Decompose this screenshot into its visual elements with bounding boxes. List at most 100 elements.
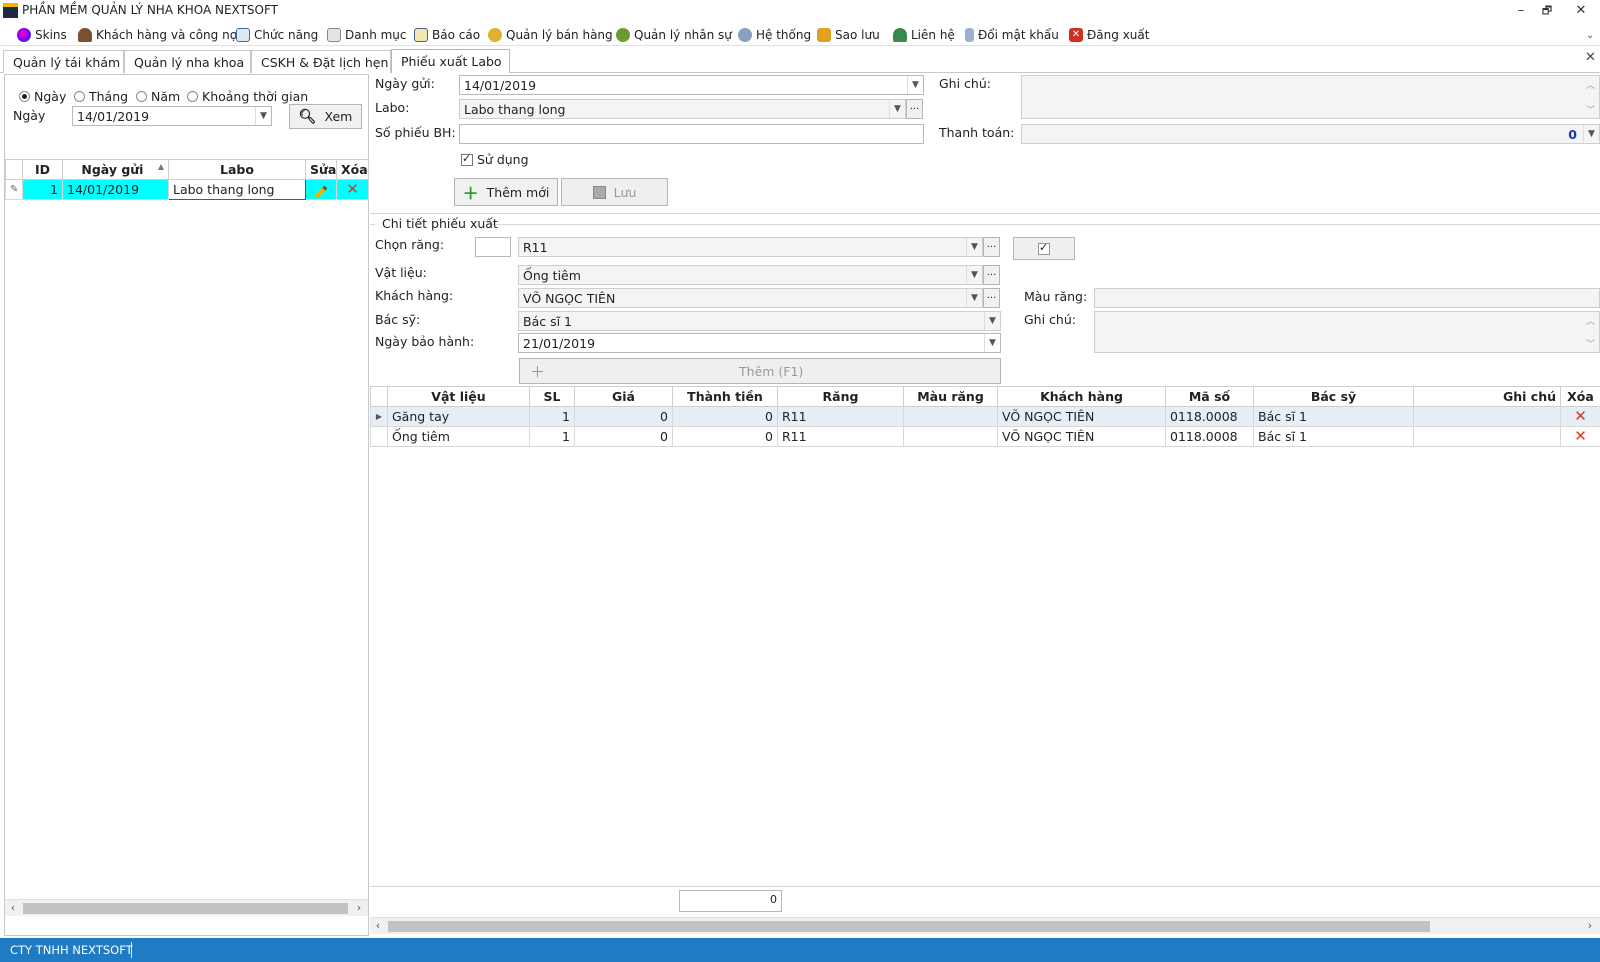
scroll-down-icon[interactable]: ﹀ <box>1586 103 1595 116</box>
customer-select[interactable]: VÕ NGỌC TIÊN ▼ <box>518 288 983 308</box>
cell-note[interactable] <box>1413 426 1561 447</box>
tooth-select[interactable]: R11 ▼ <box>518 237 983 257</box>
cell-note[interactable] <box>1413 406 1561 427</box>
labo-select[interactable]: Labo thang long ▼ <box>459 99 906 119</box>
cell-customer[interactable]: VÕ NGỌC TIÊN <box>997 406 1166 427</box>
col-delete[interactable]: Xóa <box>1560 386 1600 407</box>
tab-labo-export[interactable]: Phiếu xuất Labo <box>391 49 510 73</box>
col-price[interactable]: Giá <box>574 386 673 407</box>
menu-change-password[interactable]: Đổi mật khẩu <box>965 26 1059 44</box>
chevron-down-icon[interactable]: ▼ <box>984 312 1000 330</box>
chevron-down-icon[interactable]: ▼ <box>966 289 982 307</box>
menu-sales[interactable]: Quản lý bán hàng <box>488 26 613 44</box>
chevron-down-icon[interactable]: ▼ <box>1583 125 1599 143</box>
scroll-down-icon[interactable]: ﹀ <box>1586 337 1595 350</box>
menu-staff[interactable]: Quản lý nhân sự <box>616 26 732 44</box>
chevron-down-icon[interactable]: ▼ <box>966 238 982 256</box>
cell-send-date[interactable]: 14/01/2019 <box>62 179 169 200</box>
table-row[interactable]: Ống tiêm 1 0 0 R11 VÕ NGỌC TIÊN 0118.000… <box>370 426 1600 447</box>
add-detail-button[interactable]: ＋ Thêm (F1) <box>519 358 1001 384</box>
delete-button[interactable]: ✕ <box>1560 406 1600 427</box>
col-code[interactable]: Mã số <box>1165 386 1254 407</box>
cell-total[interactable]: 0 <box>672 426 778 447</box>
col-id[interactable]: ID <box>22 159 63 180</box>
detail-note-textarea[interactable]: ︿ ﹀ <box>1094 311 1600 353</box>
scroll-thumb[interactable] <box>388 921 1430 932</box>
cell-customer[interactable]: VÕ NGỌC TIÊN <box>997 426 1166 447</box>
radio-month[interactable]: Tháng <box>74 89 128 104</box>
col-tooth[interactable]: Răng <box>777 386 904 407</box>
edit-button[interactable] <box>305 179 337 200</box>
col-doctor[interactable]: Bác sỹ <box>1253 386 1414 407</box>
col-qty[interactable]: SL <box>529 386 575 407</box>
close-button[interactable]: ✕ <box>1562 2 1600 20</box>
cell-price[interactable]: 0 <box>574 426 673 447</box>
scroll-left-icon[interactable]: ‹ <box>370 918 386 934</box>
tab-customer-care[interactable]: CSKH & Đặt lịch hẹn <box>251 50 391 73</box>
col-delete[interactable]: Xóa <box>336 159 369 180</box>
send-date-picker[interactable]: 14/01/2019 ▼ <box>459 75 924 95</box>
col-edit[interactable]: Sửa <box>305 159 337 180</box>
radio-date-range[interactable]: Khoảng thời gian <box>187 89 308 104</box>
menu-catalog[interactable]: Danh mục <box>327 26 407 44</box>
warranty-date-picker[interactable]: 21/01/2019 ▼ <box>518 333 1001 353</box>
tab-followup[interactable]: Quản lý tái khám <box>3 50 124 73</box>
menu-backup[interactable]: Sao lưu <box>817 26 880 44</box>
save-button[interactable]: Lưu <box>561 178 668 206</box>
add-new-button[interactable]: ＋ Thêm mới <box>454 178 558 206</box>
col-total[interactable]: Thành tiền <box>672 386 778 407</box>
menu-reports[interactable]: Báo cáo <box>414 26 480 44</box>
scroll-right-icon[interactable]: › <box>351 900 367 916</box>
scroll-up-icon[interactable]: ︿ <box>1586 78 1595 91</box>
chevron-down-icon[interactable]: ▼ <box>966 266 982 284</box>
menu-contact[interactable]: Liên hệ <box>893 26 955 44</box>
restore-button[interactable]: 🗗 <box>1534 2 1560 20</box>
cell-code[interactable]: 0118.0008 <box>1165 406 1254 427</box>
scroll-left-icon[interactable]: ‹ <box>5 900 21 916</box>
delete-button[interactable]: ✕ <box>336 179 369 200</box>
cell-doctor[interactable]: Bác sĩ 1 <box>1253 426 1414 447</box>
use-checkbox[interactable]: Sử dụng <box>461 152 529 167</box>
radio-day[interactable]: Ngày <box>19 89 66 104</box>
menu-logout[interactable]: ✕ Đăng xuất <box>1069 26 1149 44</box>
col-send-date[interactable]: Ngày gửi ▲ <box>62 159 169 180</box>
tab-dental-management[interactable]: Quản lý nha khoa <box>124 50 251 73</box>
chevron-down-icon[interactable]: ▼ <box>255 107 271 125</box>
menu-system[interactable]: Hệ thống <box>738 26 811 44</box>
note-textarea[interactable]: ︿ ﹀ <box>1021 75 1600 119</box>
menu-functions[interactable]: Chức năng <box>236 26 318 44</box>
table-row[interactable]: ▶ Găng tay 1 0 0 R11 VÕ NGỌC TIÊN 0118.0… <box>370 406 1600 427</box>
cell-qty[interactable]: 1 <box>529 426 575 447</box>
col-note[interactable]: Ghi chú <box>1413 386 1561 407</box>
material-ellipsis-button[interactable]: ··· <box>983 265 1000 285</box>
table-row[interactable]: ✎ 1 14/01/2019 Labo thang long ✕ <box>5 179 369 200</box>
tooth-color-input[interactable] <box>1094 288 1600 308</box>
tooth-ellipsis-button[interactable]: ··· <box>983 237 1000 257</box>
minimize-button[interactable]: – <box>1508 2 1534 20</box>
customer-ellipsis-button[interactable]: ··· <box>983 288 1000 308</box>
filter-date-picker[interactable]: 14/01/2019 ▼ <box>72 106 272 126</box>
col-labo[interactable]: Labo <box>168 159 306 180</box>
menu-overflow-chevron-icon[interactable]: ⌄ <box>1586 26 1594 44</box>
cell-labo[interactable]: Labo thang long <box>168 179 306 200</box>
cell-material[interactable]: Ống tiêm <box>387 426 530 447</box>
cell-material[interactable]: Găng tay <box>387 406 530 427</box>
cell-price[interactable]: 0 <box>574 406 673 427</box>
cell-code[interactable]: 0118.0008 <box>1165 426 1254 447</box>
menu-customers[interactable]: Khách hàng và công nợ <box>78 26 237 44</box>
col-customer[interactable]: Khách hàng <box>997 386 1166 407</box>
payment-input[interactable]: 0 ▼ <box>1021 124 1600 144</box>
doctor-select[interactable]: Bác sĩ 1 ▼ <box>518 311 1001 331</box>
cell-tooth-color[interactable] <box>903 406 998 427</box>
chevron-down-icon[interactable]: ▼ <box>907 76 923 94</box>
scroll-right-icon[interactable]: › <box>1582 918 1598 934</box>
cell-qty[interactable]: 1 <box>529 406 575 427</box>
labo-ellipsis-button[interactable]: ··· <box>906 99 923 119</box>
tab-close-icon[interactable]: ✕ <box>1585 50 1596 65</box>
delete-button[interactable]: ✕ <box>1560 426 1600 447</box>
chevron-down-icon[interactable]: ▼ <box>889 100 905 118</box>
cell-tooth[interactable]: R11 <box>777 406 904 427</box>
col-tooth-color[interactable]: Màu răng <box>903 386 998 407</box>
cell-doctor[interactable]: Bác sĩ 1 <box>1253 406 1414 427</box>
scroll-thumb[interactable] <box>23 903 348 914</box>
